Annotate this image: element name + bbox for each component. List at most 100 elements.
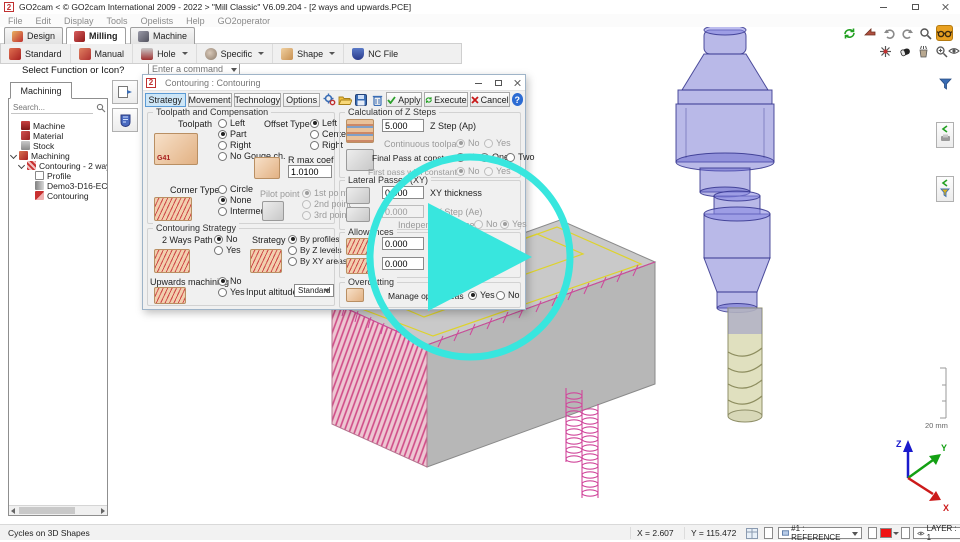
brush-cup-icon[interactable] (916, 44, 931, 58)
strategy-profiles-radio[interactable]: By profiles (288, 234, 340, 244)
menu-go2operator[interactable]: GO2operator (218, 16, 271, 26)
settings-gear-icon[interactable] (322, 92, 336, 107)
refresh-icon[interactable] (842, 26, 857, 40)
go2-glasses-icon[interactable] (936, 25, 953, 41)
reference-select[interactable]: #1 : REFERENCE (778, 527, 862, 539)
maximize-button[interactable] (910, 2, 920, 12)
save-icon[interactable] (354, 92, 368, 107)
tree-item-tool[interactable]: Demo3-D16-ECL160B56 (35, 181, 108, 190)
scroll-right-arrow[interactable] (101, 508, 105, 514)
pointer-hand-icon[interactable] (862, 26, 877, 40)
dialog-tab-technology[interactable]: Technology (234, 93, 282, 107)
continuous-yes-radio[interactable]: Yes (484, 138, 511, 148)
minimize-button[interactable] (878, 2, 888, 12)
two-ways-yes-radio[interactable]: Yes (214, 245, 241, 255)
toolpath-left-radio[interactable]: Left (218, 118, 245, 128)
dialog-titlebar: 2 Contouring : Contouring (143, 75, 525, 91)
shape-dropdown-arrow[interactable] (329, 52, 335, 55)
reference-checkbox[interactable] (764, 527, 773, 539)
two-ways-no-radio[interactable]: No (214, 234, 238, 244)
hole-dropdown-arrow[interactable] (182, 52, 188, 55)
collapse-panel-button-1[interactable] (936, 122, 954, 148)
dialog-tab-movement[interactable]: Movement (188, 93, 232, 107)
input-altitude-select[interactable]: Standard (294, 284, 334, 297)
dialog-maximize-button[interactable] (493, 78, 503, 88)
expander-icon[interactable] (10, 152, 17, 159)
tab-design[interactable]: Design (4, 27, 63, 44)
expander-icon[interactable] (18, 162, 25, 169)
menu-help[interactable]: Help (186, 16, 205, 26)
apply-button[interactable]: Apply (386, 92, 422, 107)
tree-label: Demo3-D16-ECL160B56 (47, 181, 108, 191)
dialog-minimize-button[interactable] (473, 78, 483, 88)
open-folder-icon[interactable] (338, 92, 352, 107)
dialog-close-button[interactable] (512, 78, 522, 88)
grid-icon[interactable] (746, 527, 758, 539)
panel-tab-machining[interactable]: Machining (10, 82, 72, 99)
toolpath-part-radio[interactable]: Part (218, 129, 247, 139)
menu-file[interactable]: File (8, 16, 23, 26)
toolpath-right-radio[interactable]: Right (218, 140, 251, 150)
tree-item-stock[interactable]: Stock (21, 141, 54, 150)
play-button[interactable] (428, 203, 532, 311)
offset-left-radio[interactable]: Left (310, 118, 337, 128)
dialog-tab-options[interactable]: Options (283, 93, 320, 107)
tree-item-profile[interactable]: Profile (35, 171, 71, 180)
dialog-tab-strategy[interactable]: Strategy (145, 93, 186, 107)
action-manual[interactable]: Manual (71, 44, 134, 63)
menu-tools[interactable]: Tools (107, 16, 128, 26)
specific-dropdown-arrow[interactable] (258, 52, 264, 55)
upwards-illustration (154, 287, 186, 304)
eye-icon[interactable] (948, 44, 960, 58)
color-checkbox[interactable] (868, 527, 877, 539)
filter-toggle-button[interactable] (936, 78, 954, 90)
tab-machine[interactable]: Machine (130, 27, 195, 44)
undo-icon[interactable] (882, 26, 897, 40)
upwards-yes-radio[interactable]: Yes (218, 287, 245, 297)
color-swatch[interactable] (880, 527, 899, 539)
corner-none-radio[interactable]: None (218, 195, 252, 205)
tree-item-contouring[interactable]: Contouring (35, 191, 89, 200)
layer-select[interactable]: LAYER : 1 (913, 527, 960, 539)
redo-icon[interactable] (900, 26, 915, 40)
collapse-panel-button-2[interactable] (936, 176, 954, 202)
magnifier-plus-icon[interactable] (934, 44, 949, 58)
close-button[interactable] (940, 2, 950, 12)
panel-flyout-button[interactable] (112, 80, 138, 104)
strategy-zlevels-radio[interactable]: By Z levels (288, 245, 342, 255)
tree-item-material[interactable]: Material (21, 131, 63, 140)
action-standard[interactable]: Standard (1, 44, 71, 63)
action-shape[interactable]: Shape (273, 44, 344, 63)
execute-button[interactable]: Execute (424, 92, 468, 107)
tree-item-machine[interactable]: Machine (21, 121, 65, 130)
upwards-no-radio[interactable]: No (218, 276, 242, 286)
tool-library-button[interactable] (112, 108, 138, 132)
action-shape-label: Shape (297, 49, 323, 59)
corner-circle-radio[interactable]: Circle (218, 184, 253, 194)
menu-opelists[interactable]: Opelists (141, 16, 174, 26)
menu-edit[interactable]: Edit (36, 16, 52, 26)
material-node-icon (21, 131, 30, 140)
zstep-input[interactable] (382, 119, 424, 132)
cancel-button[interactable]: Cancel (470, 92, 510, 107)
layer-checkbox[interactable] (901, 527, 910, 539)
continuous-no-radio[interactable]: No (456, 138, 480, 148)
tree-item-machining[interactable]: Machining (11, 151, 70, 160)
action-ncfile[interactable]: NC File (344, 44, 406, 63)
horizontal-scrollbar[interactable] (9, 505, 107, 515)
magnifier-icon[interactable] (918, 26, 933, 40)
scroll-left-arrow[interactable] (11, 508, 15, 514)
action-specific[interactable]: Specific (197, 44, 274, 63)
action-hole[interactable]: Hole (133, 44, 197, 63)
tab-milling[interactable]: Milling (66, 27, 126, 44)
menu-display[interactable]: Display (64, 16, 94, 26)
search-input[interactable] (11, 102, 93, 114)
eraser-icon[interactable] (898, 44, 913, 58)
delete-trash-icon[interactable] (370, 92, 384, 107)
scrollbar-thumb[interactable] (19, 507, 75, 514)
command-dropdown-arrow[interactable] (231, 68, 237, 72)
rmax-input[interactable] (288, 165, 332, 178)
help-button[interactable]: ? (512, 93, 523, 106)
analysis-tool-icon[interactable] (878, 44, 893, 58)
tree-item-contouring-op[interactable]: Contouring - 2 ways and up (19, 161, 108, 170)
